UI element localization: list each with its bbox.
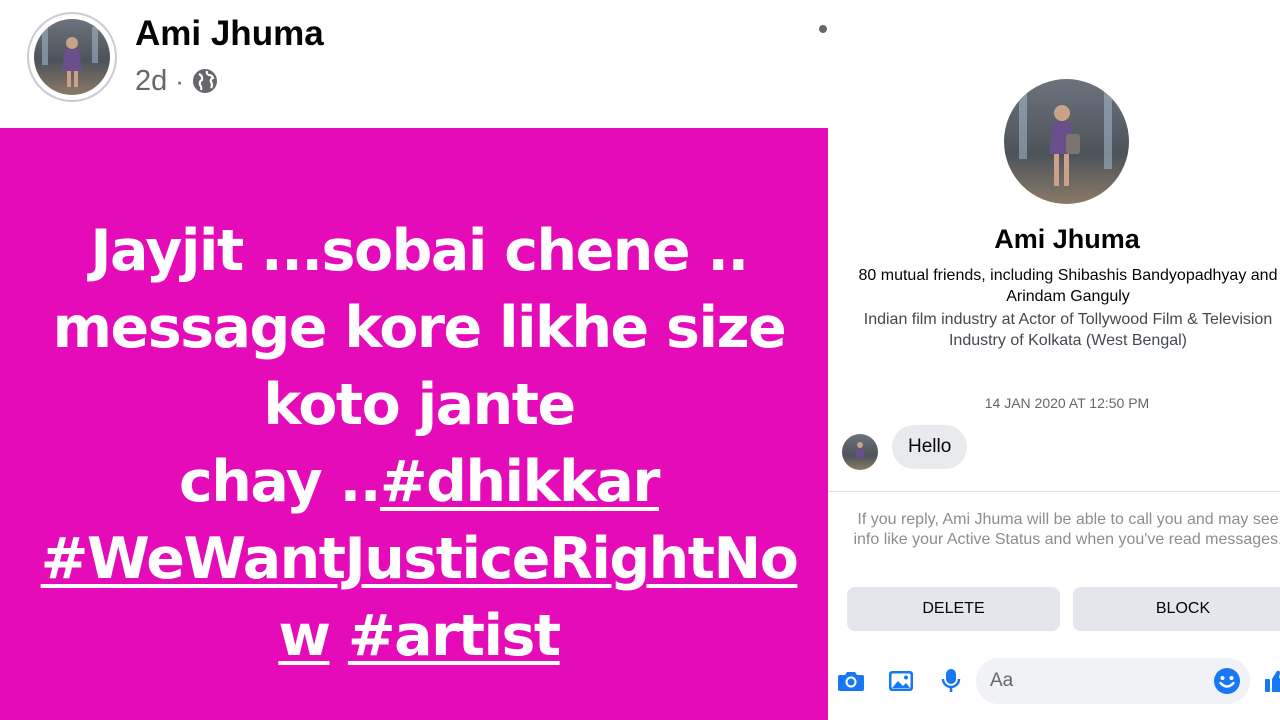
hashtag-artist[interactable]: #artist — [348, 603, 561, 669]
post-meta: 2d · — [135, 64, 218, 98]
avatar-photo — [34, 19, 110, 95]
message-input[interactable] — [990, 658, 1210, 704]
emoji-icon[interactable] — [1212, 666, 1242, 696]
profile-name: Ami Jhuma — [994, 224, 1140, 254]
image-icon[interactable] — [886, 666, 916, 696]
author-avatar[interactable] — [27, 12, 117, 102]
post-text: Jayjit ...sobai chene .. message kore li… — [24, 213, 814, 675]
messenger-panel: Ami Jhuma 80 mutual friends, including S… — [828, 0, 1280, 720]
hashtag-wewantjustice-wrap[interactable]: w — [278, 603, 331, 669]
camera-icon[interactable] — [836, 666, 866, 696]
mutual-friends: 80 mutual friends, including Shibashis B… — [858, 267, 1278, 305]
post-text-line: message kore likhe size — [52, 295, 787, 361]
profile-picture[interactable] — [1004, 79, 1129, 204]
post-header: Ami Jhuma 2d · — [0, 0, 828, 128]
hashtag-wewantjustice[interactable]: #WeWantJusticeRightNo — [41, 526, 799, 592]
delete-button[interactable]: DELETE — [847, 587, 1060, 631]
meta-separator: · — [175, 65, 184, 96]
profile-work: Indian film industry at Actor of Tollywo… — [863, 311, 1273, 349]
post-text-line: Jayjit ...sobai chene .. — [90, 218, 749, 284]
post-text-line: chay ..#dhikkar — [24, 444, 814, 521]
message-input-wrapper — [976, 658, 1250, 704]
profile-figure-icon — [1019, 79, 1112, 186]
reply-notice: If you reply, Ami Jhuma will be able to … — [853, 511, 1280, 548]
post-text-line: koto jante — [263, 372, 576, 438]
post-author-name[interactable]: Ami Jhuma — [135, 14, 324, 54]
sender-figure-icon — [855, 442, 865, 458]
thumbs-up-icon[interactable] — [1260, 666, 1280, 696]
post-text-background: Jayjit ...sobai chene .. message kore li… — [0, 128, 828, 720]
more-options-icon[interactable] — [819, 25, 827, 33]
post-time[interactable]: 2d — [135, 65, 167, 98]
sender-avatar[interactable] — [842, 434, 878, 470]
message-timestamp: 14 JAN 2020 AT 12:50 PM — [984, 395, 1150, 411]
hashtag-dhikkar[interactable]: #dhikkar — [380, 449, 661, 515]
divider — [828, 491, 1280, 492]
message-bubble[interactable]: Hello — [892, 425, 968, 469]
post-text-line: w #artist — [24, 598, 814, 675]
globe-icon[interactable] — [192, 68, 218, 94]
avatar-figure-icon — [42, 25, 98, 87]
post-text-line: #WeWantJusticeRightNo — [24, 521, 814, 598]
microphone-icon[interactable] — [936, 666, 966, 696]
block-button[interactable]: BLOCK — [1073, 587, 1280, 631]
message-composer — [828, 655, 1280, 710]
facebook-post: Ami Jhuma 2d · Jayjit ...sobai chene .. … — [0, 0, 828, 720]
post-text-fragment: chay .. — [179, 449, 381, 515]
